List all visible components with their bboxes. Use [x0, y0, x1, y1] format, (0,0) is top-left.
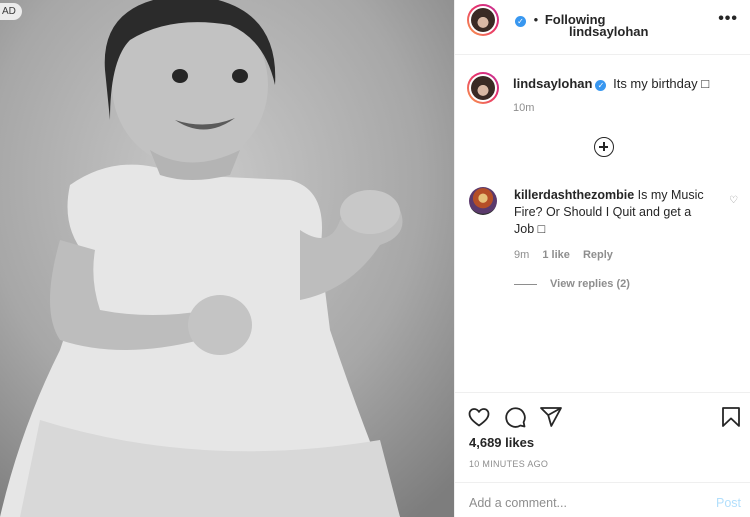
ad-badge: AD — [0, 3, 22, 20]
caption-username[interactable]: lindsaylohan — [513, 76, 592, 91]
baby-photo-image — [0, 0, 454, 517]
separator-dot: • — [533, 12, 539, 27]
caption-line: lindsaylohan ✓ Its my birthday □ — [513, 76, 709, 91]
comment-icon[interactable] — [503, 405, 527, 429]
post-caption: lindsaylohan ✓ Its my birthday □ 10m — [467, 72, 742, 114]
more-options-icon[interactable]: ••• — [718, 10, 738, 28]
likes-count[interactable]: 4,689 likes — [469, 435, 534, 450]
comment-input[interactable]: Add a comment... — [469, 496, 567, 510]
post-time-ago[interactable]: 10 MINUTES AGO — [469, 459, 548, 469]
comment-like-heart-icon[interactable]: ♡ — [729, 195, 738, 206]
plus-circle-icon[interactable] — [594, 137, 614, 157]
comment-time[interactable]: 9m — [514, 249, 529, 261]
caption-timestamp[interactable]: 10m — [513, 102, 534, 114]
verified-badge-icon: ✓ — [515, 16, 526, 27]
caption-text: Its my birthday □ — [613, 76, 710, 91]
post-actions: 4,689 likes 10 MINUTES AGO Add a comment… — [455, 392, 750, 517]
comment-likes[interactable]: 1 like — [542, 249, 570, 261]
reply-button[interactable]: Reply — [583, 249, 613, 261]
author-username[interactable]: lindsaylohan — [569, 24, 648, 39]
post-header: lindsaylohan ✓ • Following ••• — [455, 0, 750, 55]
heart-icon[interactable] — [467, 405, 491, 429]
commenter-avatar[interactable] — [469, 187, 497, 215]
author-line: lindsaylohan ✓ • Following — [512, 12, 648, 39]
verified-badge-icon: ✓ — [595, 80, 607, 91]
view-replies-label: View replies (2) — [550, 278, 630, 290]
share-icon[interactable] — [539, 405, 563, 429]
post-photo[interactable]: AD — [0, 0, 454, 517]
post-sidebar: lindsaylohan ✓ • Following ••• lindsayloh… — [454, 0, 750, 517]
comment-meta: 9m 1 like Reply — [514, 249, 623, 261]
author-avatar[interactable] — [467, 4, 499, 36]
replies-divider — [514, 283, 537, 285]
view-replies-button[interactable]: View replies (2) — [514, 278, 630, 290]
bookmark-icon[interactable] — [719, 405, 743, 429]
add-comment-bar: Add a comment... Post — [455, 482, 750, 517]
comment-body: killerdashthezombie Is my Music Fire? Or… — [514, 187, 714, 238]
caption-author-avatar[interactable] — [467, 72, 499, 104]
commenter-username[interactable]: killerdashthezombie — [514, 188, 634, 202]
post-comment-button[interactable]: Post — [716, 496, 741, 510]
